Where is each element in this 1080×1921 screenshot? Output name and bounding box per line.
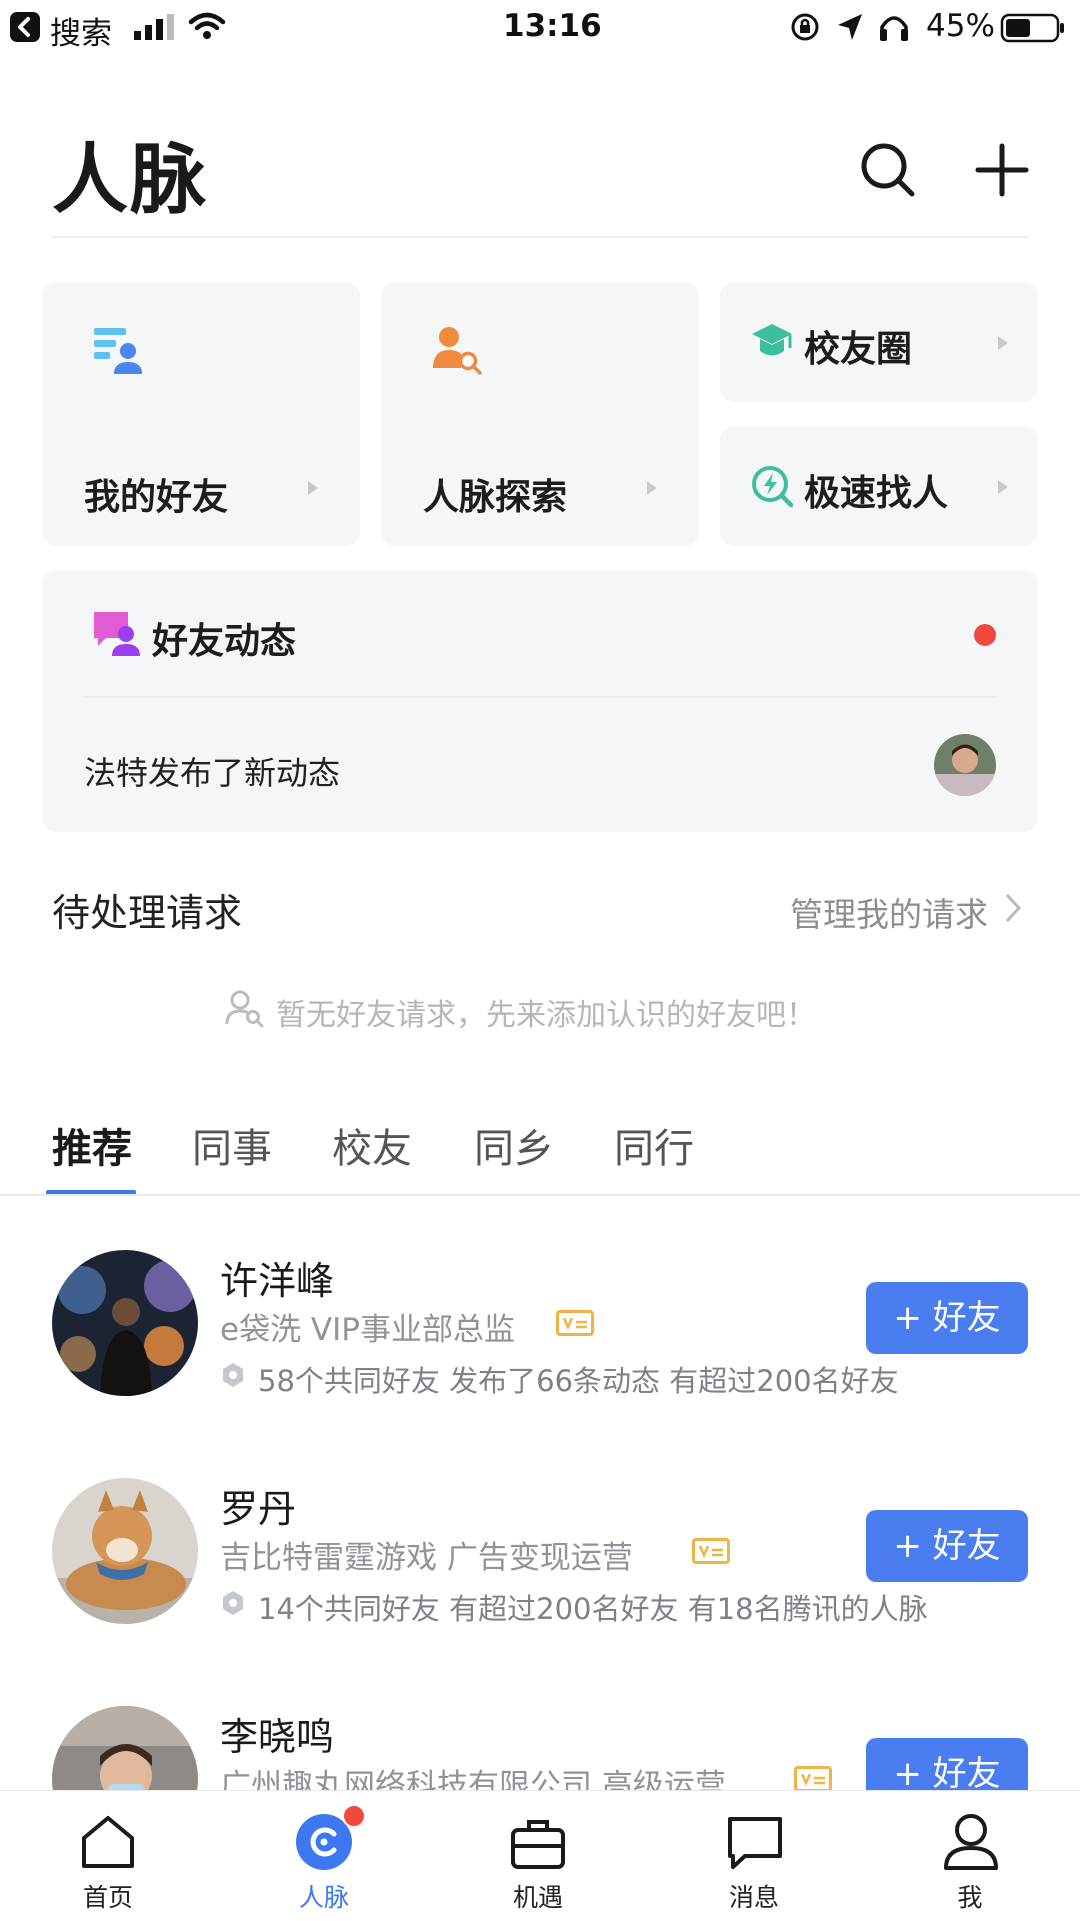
tab-colleagues[interactable]: 同事 <box>192 1116 272 1174</box>
contact-company: 广州趣丸网络科技有限公司 高级运营 <box>220 1768 726 1790</box>
nav-network-label[interactable]: 人脉 <box>264 1878 384 1914</box>
rotation-lock-icon <box>791 13 819 41</box>
friend-feed-title: 好友动态 <box>152 621 297 662</box>
status-bar: 搜索 13:16 45% <box>0 0 1080 54</box>
nav-opportunities-label[interactable]: 机遇 <box>478 1878 598 1914</box>
contact-stats: 58个共同好友 发布了66条动态 有超过200名好友 <box>258 1364 899 1398</box>
graduation-cap-icon <box>752 324 792 356</box>
contact-company: 吉比特雷霆游戏 广告变现运营 <box>220 1540 633 1576</box>
add-friend-button[interactable]: + 好友 <box>866 1510 1028 1582</box>
tab-alumni[interactable]: 校友 <box>332 1116 412 1174</box>
contact-stats: 14个共同好友 有超过200名好友 有18名腾讯的人脉 <box>258 1592 928 1626</box>
list-item[interactable]: 李晓鸣 广州趣丸网络科技有限公司 高级运营 + 好友 <box>0 1696 1080 1790</box>
headphones-icon <box>880 16 908 41</box>
add-friend-button[interactable]: + 好友 <box>866 1738 1028 1790</box>
quick-find-label: 极速找人 <box>804 473 949 514</box>
back-arrow-icon[interactable] <box>10 12 40 42</box>
add-friend-button[interactable]: + 好友 <box>866 1282 1028 1354</box>
avatar[interactable] <box>52 1478 198 1624</box>
friends-list-icon <box>94 328 142 374</box>
list-item[interactable]: 罗丹 吉比特雷霆游戏 广告变现运营 14个共同好友 有超过200名好友 有18名… <box>0 1468 1080 1648</box>
verified-badge-icon <box>794 1766 832 1790</box>
wifi-icon <box>188 12 226 39</box>
friend-feed-card[interactable]: 好友动态 法特发布了新动态 <box>42 570 1038 832</box>
my-friends-card[interactable]: 我的好友 <box>42 282 360 546</box>
feed-latest-text: 法特发布了新动态 <box>84 754 341 792</box>
lightning-search-icon <box>752 466 794 508</box>
message-icon[interactable] <box>727 1816 783 1870</box>
mutual-friends-icon <box>223 1591 243 1615</box>
chevron-right-icon <box>308 481 318 495</box>
quick-find-card[interactable]: 极速找人 <box>720 426 1038 546</box>
empty-requests-text: 暂无好友请求，先来添加认识的好友吧！ <box>276 998 816 1033</box>
briefcase-icon[interactable] <box>510 1816 566 1870</box>
home-icon[interactable] <box>80 1814 136 1870</box>
person-search-icon <box>433 327 482 375</box>
tab-same-industry[interactable]: 同行 <box>614 1116 694 1174</box>
unread-dot <box>974 624 996 646</box>
battery-icon <box>1000 13 1064 43</box>
contact-name: 许洋峰 <box>220 1259 335 1303</box>
tab-recommended[interactable]: 推荐 <box>52 1116 132 1174</box>
verified-badge-icon <box>692 1538 730 1564</box>
nav-home-label[interactable]: 首页 <box>48 1878 168 1914</box>
chevron-right-icon <box>998 336 1008 350</box>
network-explore-label: 人脉探索 <box>423 477 568 518</box>
tabs-divider <box>0 1194 1080 1196</box>
add-icon[interactable] <box>972 140 1032 200</box>
chevron-right-icon <box>647 481 657 495</box>
feed-divider <box>84 696 996 698</box>
contact-company: e袋洗 VIP事业部总监 <box>220 1312 515 1348</box>
search-icon[interactable] <box>858 140 918 200</box>
my-friends-label: 我的好友 <box>84 477 229 518</box>
mutual-friends-icon <box>223 1363 243 1387</box>
header-divider <box>52 236 1028 238</box>
feed-avatar[interactable] <box>934 734 996 796</box>
notification-dot <box>342 1804 366 1828</box>
page-title: 人脉 <box>52 135 208 224</box>
alumni-circle-card[interactable]: 校友圈 <box>720 282 1038 402</box>
signal-icon <box>134 14 174 40</box>
chevron-right-icon[interactable] <box>1004 892 1024 924</box>
contact-name: 罗丹 <box>220 1487 297 1531</box>
friend-activity-icon <box>94 612 140 656</box>
nav-messages-label[interactable]: 消息 <box>694 1878 814 1914</box>
location-arrow-icon <box>838 14 862 40</box>
clock-time: 13:16 <box>503 8 602 44</box>
manage-requests-link[interactable]: 管理我的请求 <box>790 888 988 936</box>
nav-me-label[interactable]: 我 <box>910 1878 1030 1914</box>
battery-percent: 45% <box>926 8 995 44</box>
pending-requests-title: 待处理请求 <box>52 891 243 935</box>
empty-friend-request-icon <box>225 990 264 1028</box>
list-item[interactable]: 许洋峰 e袋洗 VIP事业部总监 58个共同好友 发布了66条动态 有超过200… <box>0 1240 1080 1420</box>
tab-hometown[interactable]: 同乡 <box>474 1116 554 1174</box>
network-explore-card[interactable]: 人脉探索 <box>381 282 699 546</box>
contact-name: 李晓鸣 <box>220 1715 335 1759</box>
alumni-circle-label: 校友圈 <box>804 329 913 370</box>
back-app-label[interactable]: 搜索 <box>50 8 112 53</box>
avatar[interactable] <box>52 1250 198 1396</box>
verified-badge-icon <box>556 1310 594 1336</box>
profile-icon[interactable] <box>942 1812 1000 1870</box>
avatar[interactable] <box>52 1706 198 1790</box>
chevron-right-icon <box>998 480 1008 494</box>
